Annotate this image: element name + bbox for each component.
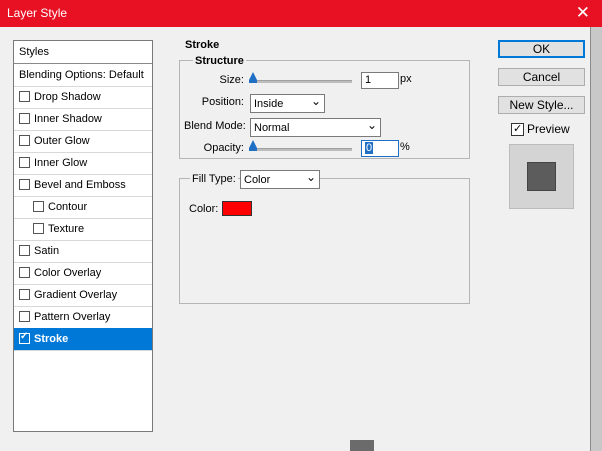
style-item[interactable]: Satin <box>14 240 152 263</box>
size-slider[interactable] <box>252 80 352 83</box>
styles-header-label: Styles <box>19 46 49 58</box>
style-item[interactable]: Blending Options: Default <box>14 64 152 87</box>
style-item-checkbox[interactable] <box>33 201 44 212</box>
position-select[interactable]: Inside ⌄ <box>250 94 325 113</box>
size-slider-thumb[interactable] <box>249 72 257 83</box>
cancel-button[interactable]: Cancel <box>498 68 585 86</box>
fill-type-select[interactable]: Color ⌄ <box>240 170 320 189</box>
style-item-label: Blending Options: Default <box>19 69 144 81</box>
style-item-checkbox[interactable] <box>19 289 30 300</box>
style-item-checkbox[interactable] <box>19 135 30 146</box>
style-item-label: Gradient Overlay <box>34 289 118 301</box>
style-item-checkbox[interactable] <box>19 311 30 322</box>
style-item-checkbox[interactable] <box>19 113 30 124</box>
ok-button[interactable]: OK <box>498 40 585 58</box>
style-item-checkbox[interactable] <box>19 267 30 278</box>
stroke-section-title: Stroke <box>185 39 220 51</box>
style-item-label: Inner Shadow <box>34 113 102 125</box>
style-item[interactable]: Contour <box>14 196 152 219</box>
style-item-checkbox[interactable] <box>19 157 30 168</box>
close-icon[interactable]: ✕ <box>576 4 590 21</box>
opacity-value: 0 <box>365 142 374 154</box>
preview-thumbnail <box>509 144 574 209</box>
color-label: Color: <box>189 203 219 215</box>
preview-swatch <box>527 162 556 191</box>
style-item-checkbox[interactable]: ✓ <box>19 331 30 344</box>
size-unit: px <box>400 73 412 85</box>
background-app-element <box>350 440 374 451</box>
style-item-label: Pattern Overlay <box>34 311 111 323</box>
blend-mode-label: Blend Mode: <box>184 120 246 132</box>
background-app-strip <box>590 27 602 451</box>
style-item-label: Drop Shadow <box>34 91 101 103</box>
opacity-input[interactable]: 0 <box>361 140 399 157</box>
position-value: Inside <box>254 98 284 110</box>
blend-mode-select[interactable]: Normal ⌄ <box>250 118 381 137</box>
style-item[interactable]: Texture <box>14 218 152 241</box>
style-item-label: Contour <box>48 201 88 213</box>
style-item-label: Satin <box>34 245 60 257</box>
style-item[interactable]: Outer Glow <box>14 130 152 153</box>
style-item-label: Bevel and Emboss <box>34 179 126 191</box>
opacity-slider[interactable] <box>252 148 352 151</box>
size-input[interactable]: 1 <box>361 72 399 89</box>
blend-mode-value: Normal <box>254 122 290 134</box>
size-label: Size: <box>219 74 244 86</box>
chevron-down-icon: ⌄ <box>305 170 316 184</box>
style-item-label: Stroke <box>34 333 69 345</box>
style-item-checkbox[interactable] <box>19 245 30 256</box>
style-item-label: Inner Glow <box>34 157 88 169</box>
style-item[interactable]: ✓ Stroke <box>14 328 152 351</box>
style-item-checkbox[interactable] <box>19 179 30 190</box>
title-bar: Layer Style ✕ <box>0 0 602 27</box>
preview-checkbox[interactable]: ✓ <box>511 123 524 136</box>
style-item-checkbox[interactable] <box>33 223 44 234</box>
preview-label: Preview <box>527 122 570 136</box>
fill-type-value: Color <box>244 174 271 186</box>
style-item[interactable]: Inner Shadow <box>14 108 152 131</box>
divider <box>590 27 591 451</box>
checkmark-icon: ✓ <box>513 123 523 135</box>
fill-type-group <box>179 178 470 304</box>
chevron-down-icon: ⌄ <box>366 118 377 132</box>
new-style-button[interactable]: New Style... <box>498 96 585 114</box>
checkmark-icon: ✓ <box>20 331 29 342</box>
opacity-unit: % <box>400 141 410 153</box>
styles-list: Styles Blending Options: Default Drop Sha… <box>13 40 153 432</box>
styles-header[interactable]: Styles <box>14 41 152 64</box>
position-label: Position: <box>201 96 244 108</box>
opacity-label: Opacity: <box>203 142 244 154</box>
style-item[interactable]: Bevel and Emboss <box>14 174 152 197</box>
style-item[interactable]: Color Overlay <box>14 262 152 285</box>
window-title: Layer Style <box>7 6 68 20</box>
style-item-label: Texture <box>48 223 85 235</box>
color-swatch[interactable] <box>222 201 252 216</box>
style-item-checkbox[interactable] <box>19 91 30 102</box>
fill-type-label: Fill Type: <box>190 173 238 185</box>
opacity-slider-thumb[interactable] <box>249 140 257 151</box>
style-item[interactable]: Drop Shadow <box>14 86 152 109</box>
style-item-label: Outer Glow <box>34 135 90 147</box>
style-item[interactable]: Gradient Overlay <box>14 284 152 307</box>
style-item-label: Color Overlay <box>34 267 102 279</box>
style-item[interactable]: Pattern Overlay <box>14 306 152 329</box>
style-item[interactable]: Inner Glow <box>14 152 152 175</box>
chevron-down-icon: ⌄ <box>310 94 321 108</box>
structure-title: Structure <box>193 55 246 67</box>
